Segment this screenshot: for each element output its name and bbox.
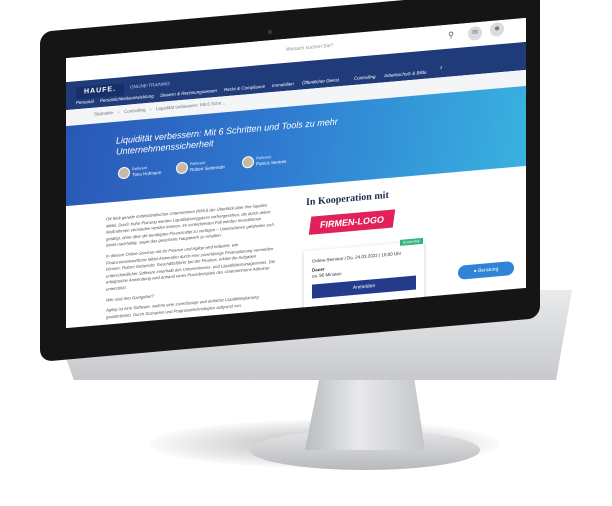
chat-icon[interactable]: ✉: [468, 25, 482, 41]
status-badge: Kostenfrei: [400, 237, 424, 246]
nav-item-steuern[interactable]: Steuern & Rechnungswesen: [160, 88, 217, 98]
section-label: ONLINE-TRAINING: [130, 81, 170, 90]
search-icon[interactable]: ⚲: [446, 29, 456, 42]
avatar: [242, 155, 254, 169]
breadcrumb-separator-icon: ›: [118, 109, 120, 115]
stage: Wonach suchen Sie? ⚲ ✉ ☻ HAUFE. ONLINE-T…: [0, 0, 612, 506]
screen: Wonach suchen Sie? ⚲ ✉ ☻ HAUFE. ONLINE-T…: [66, 17, 526, 329]
event-info: Online-Seminar | Do, 24.03.2022 | 10:00 …: [312, 250, 402, 264]
avatar: [176, 161, 188, 175]
register-button[interactable]: Anmelden: [312, 275, 416, 299]
consult-label: Beratung: [478, 266, 499, 275]
referent-name: Timo Hofmann: [132, 169, 162, 178]
nav-item-arbeitsschutz[interactable]: Arbeitsschutz & Bildu: [384, 70, 427, 79]
nav-more-icon[interactable]: ›: [440, 64, 442, 71]
nav-item-recht[interactable]: Recht & Compliance: [224, 84, 265, 93]
breadcrumb-current: Liquidität verbessern: Mit 6 Schri...: [156, 100, 226, 112]
user-icon[interactable]: ☻: [490, 21, 504, 38]
duration-value: ca. 90 Minuten: [312, 271, 342, 279]
page-title: Liquidität verbessern: Mit 6 Schritten u…: [116, 116, 338, 157]
breadcrumb-item[interactable]: Startseite: [94, 110, 113, 117]
nav-item-oeffentlicher-dienst[interactable]: Öffentlicher Dienst: [302, 77, 339, 85]
article-body: Oft fehlt gerade mittelständischen Unter…: [106, 202, 276, 325]
cooperation-title: In Kooperation mit: [306, 189, 389, 209]
camera-icon: [268, 30, 272, 34]
breadcrumb-item[interactable]: Controlling: [124, 107, 146, 114]
nav-item-personal[interactable]: Personal: [76, 99, 94, 106]
nav-item-controlling[interactable]: Controlling: [354, 74, 376, 81]
consult-button[interactable]: ● Beratung: [458, 260, 514, 280]
breadcrumb-separator-icon: ›: [150, 106, 152, 112]
partner-logo: FIRMEN-LOGO: [308, 209, 396, 235]
avatar: [118, 166, 130, 180]
nav-item-immobilien[interactable]: Immobilien: [272, 81, 294, 88]
